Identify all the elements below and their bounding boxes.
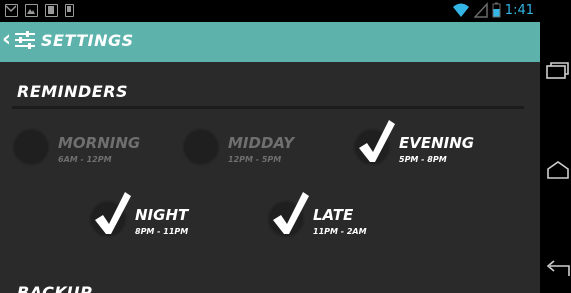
recent-apps-icon[interactable] — [546, 62, 570, 80]
reminder-range: 5PM - 8PM — [399, 155, 447, 164]
checkbox-empty[interactable] — [182, 128, 220, 166]
reminders-section-title: REMINDERS — [17, 82, 129, 101]
reminder-range: 6AM - 12PM — [58, 155, 112, 164]
battery-icon — [492, 2, 501, 18]
reminder-name: NIGHT — [135, 206, 189, 224]
image-icon — [25, 4, 38, 17]
action-bar: ‹ SETTINGS — [0, 22, 540, 62]
signal-icon — [473, 2, 488, 18]
status-bar: 1:41 — [0, 0, 540, 22]
phone-icon — [65, 4, 74, 17]
home-icon[interactable] — [546, 160, 570, 180]
wifi-icon — [452, 3, 469, 17]
reminder-name: EVENING — [399, 134, 475, 152]
page-title: SETTINGS — [41, 31, 134, 50]
checkbox-empty[interactable] — [12, 128, 50, 166]
film-icon — [45, 4, 58, 17]
backup-section-title: BACKUP — [17, 283, 93, 293]
notification-icons — [5, 4, 74, 17]
back-icon[interactable] — [546, 260, 570, 278]
settings-content: REMINDERS MORNING 6AM - 12PM MIDDAY 12PM… — [0, 62, 540, 293]
reminder-range: 12PM - 5PM — [228, 155, 282, 164]
gmail-icon — [5, 4, 18, 17]
reminder-name: LATE — [313, 206, 354, 224]
checkmark-icon — [273, 192, 309, 234]
clock: 1:41 — [504, 2, 534, 18]
status-indicators: 1:41 — [452, 2, 534, 18]
section-divider — [12, 106, 524, 109]
reminder-name: MORNING — [58, 134, 141, 152]
navigation-bar — [540, 0, 571, 293]
reminder-name: MIDDAY — [228, 134, 295, 152]
reminder-range: 8PM - 11PM — [135, 227, 189, 236]
back-chevron-icon[interactable]: ‹ — [2, 28, 11, 52]
checkmark-icon — [95, 192, 131, 234]
sliders-icon[interactable] — [15, 31, 35, 49]
checkmark-icon — [359, 120, 395, 162]
reminder-range: 11PM - 2AM — [313, 227, 367, 236]
